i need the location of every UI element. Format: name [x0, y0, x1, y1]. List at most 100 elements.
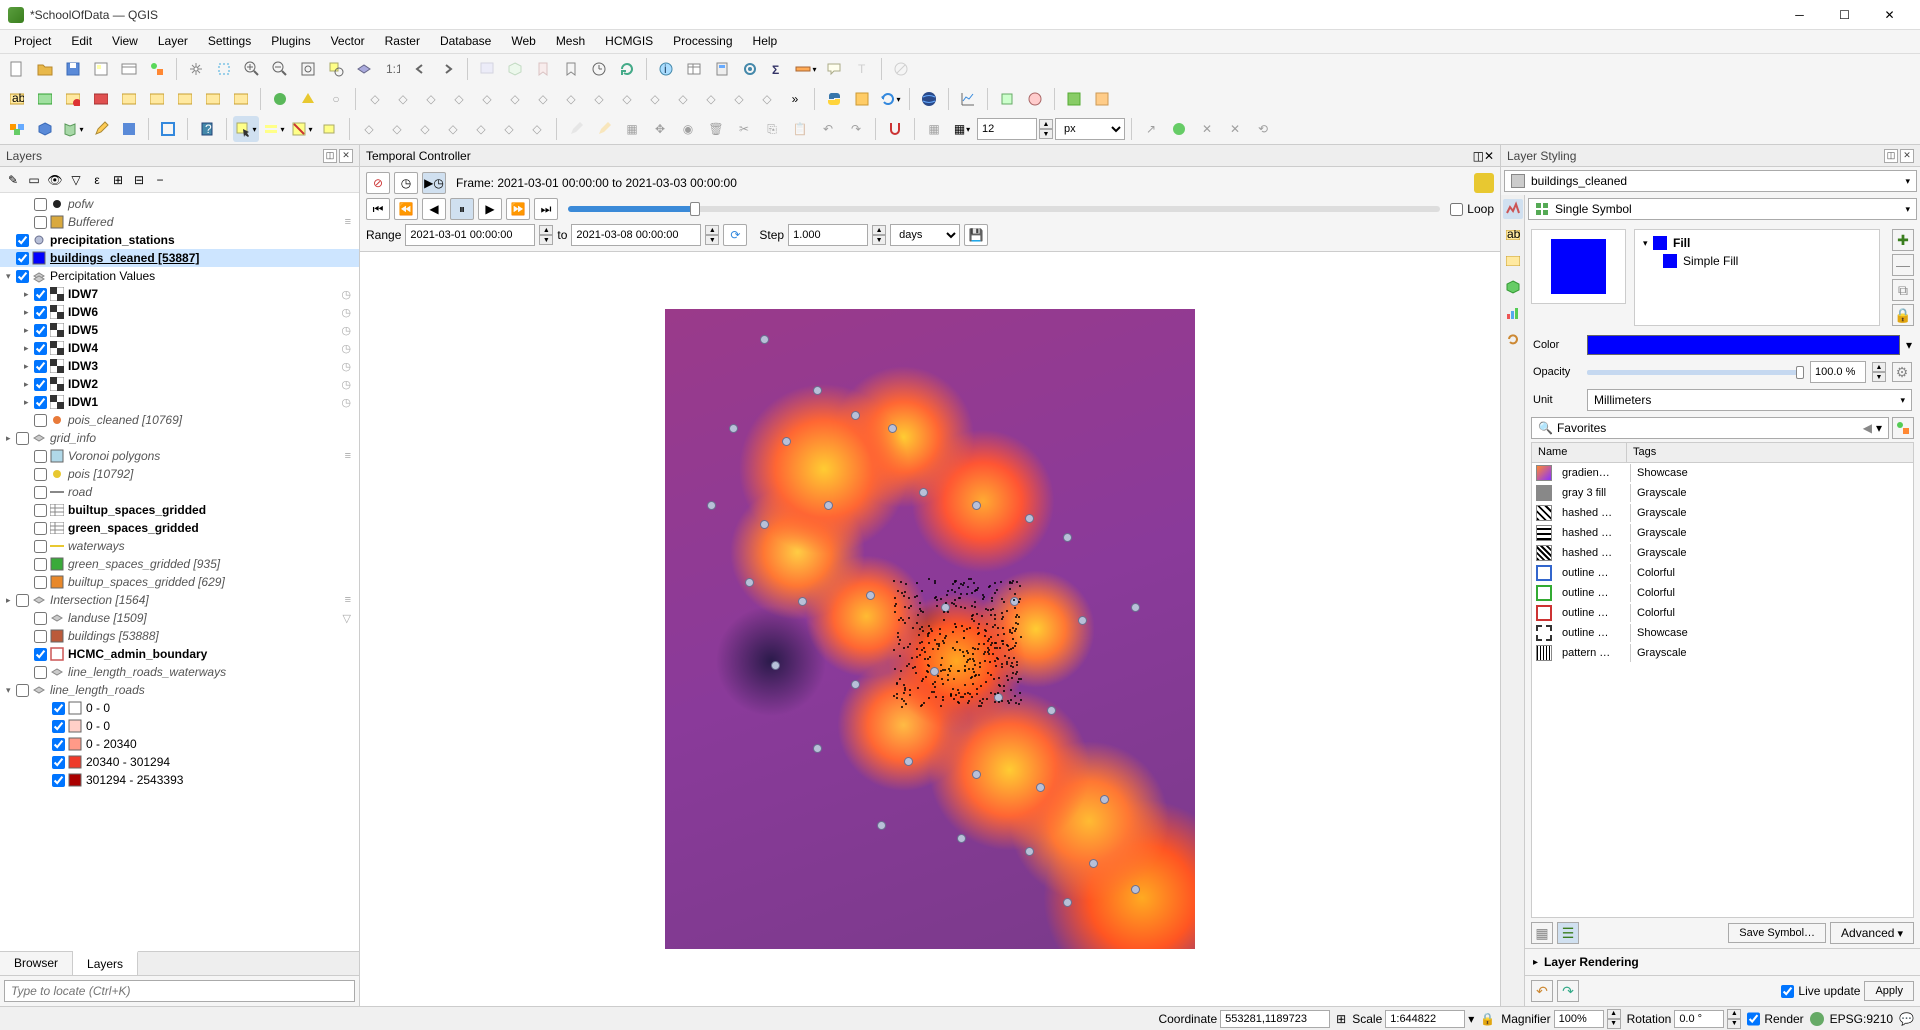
- add-group-icon[interactable]: ▭: [25, 171, 43, 189]
- zoom-next-icon[interactable]: [435, 56, 461, 82]
- live-update-checkbox[interactable]: Live update: [1781, 984, 1860, 998]
- edit-tool-2-icon[interactable]: ◇: [390, 86, 416, 112]
- add-wms-icon[interactable]: ○: [323, 86, 349, 112]
- col-tags-header[interactable]: Tags: [1627, 443, 1913, 462]
- menu-plugins[interactable]: Plugins: [261, 30, 320, 53]
- symbol-row[interactable]: pattern …Grayscale: [1532, 643, 1913, 663]
- layer-visibility-checkbox[interactable]: [52, 774, 65, 787]
- layer-item[interactable]: 301294 - 2543393: [0, 771, 359, 789]
- list-view-button[interactable]: ☰: [1557, 922, 1579, 944]
- extent-icon[interactable]: ⊞: [1336, 1012, 1346, 1026]
- rewind-start-button[interactable]: ⏮: [366, 198, 390, 220]
- edit-tool-4-icon[interactable]: ◇: [446, 86, 472, 112]
- label-tool-6-icon[interactable]: [144, 86, 170, 112]
- filter-legend-icon[interactable]: ▽: [67, 171, 85, 189]
- deselect-all-icon[interactable]: ▾: [289, 116, 315, 142]
- georef-tool-icon[interactable]: [994, 86, 1020, 112]
- icon-view-button[interactable]: ▦: [1531, 922, 1553, 944]
- temporal-settings-icon[interactable]: [1474, 173, 1494, 193]
- play-reverse-button[interactable]: ◀: [422, 198, 446, 220]
- layer-item[interactable]: ▸IDW5◷: [0, 321, 359, 339]
- zoom-native-icon[interactable]: 1:1: [379, 56, 405, 82]
- layer-visibility-checkbox[interactable]: [34, 378, 47, 391]
- layer-visibility-checkbox[interactable]: [34, 504, 47, 517]
- layer-item[interactable]: Voronoi polygons≡: [0, 447, 359, 465]
- web-globe-icon[interactable]: [916, 86, 942, 112]
- symbol-search-input[interactable]: 🔍 Favorites ◀ ▾: [1531, 417, 1889, 439]
- lock-scale-icon[interactable]: 🔒: [1480, 1012, 1495, 1026]
- label-tool-5-icon[interactable]: [116, 86, 142, 112]
- filter-by-expression-icon[interactable]: ε: [88, 171, 106, 189]
- layer-item[interactable]: ▸IDW4◷: [0, 339, 359, 357]
- style-manager-icon[interactable]: [144, 56, 170, 82]
- layer-item[interactable]: waterways: [0, 537, 359, 555]
- processing-toolbox-icon[interactable]: [737, 56, 763, 82]
- help-docs-icon[interactable]: ?: [194, 116, 220, 142]
- render-checkbox[interactable]: Render: [1747, 1010, 1803, 1028]
- layer-item[interactable]: 0 - 0: [0, 717, 359, 735]
- delete-selected-icon[interactable]: 🗑: [703, 116, 729, 142]
- cut-features-icon[interactable]: ✂: [731, 116, 757, 142]
- vertex-tool-7-icon[interactable]: ◇: [524, 116, 550, 142]
- zoom-selection-icon[interactable]: [323, 56, 349, 82]
- save-edits-icon[interactable]: [116, 116, 142, 142]
- layer-visibility-checkbox[interactable]: [34, 612, 47, 625]
- color-dropdown-icon[interactable]: ▾: [1906, 338, 1912, 352]
- manage-visibility-icon[interactable]: 👁: [46, 171, 64, 189]
- remove-layer-icon[interactable]: −: [151, 171, 169, 189]
- opacity-input[interactable]: [1810, 361, 1866, 383]
- toggle-editing-icon[interactable]: [88, 116, 114, 142]
- magnifier-input[interactable]: [1554, 1010, 1604, 1028]
- edit-tool-14-icon[interactable]: ◇: [726, 86, 752, 112]
- symbology-tab-icon[interactable]: [1503, 199, 1523, 219]
- menu-view[interactable]: View: [102, 30, 148, 53]
- temporal-controller-icon[interactable]: [586, 56, 612, 82]
- select-features-icon[interactable]: ▾: [233, 116, 259, 142]
- layer-visibility-checkbox[interactable]: [34, 306, 47, 319]
- new-print-layout-icon[interactable]: [88, 56, 114, 82]
- edit-tool-7-icon[interactable]: ◇: [530, 86, 556, 112]
- layer-style-icon[interactable]: ✎: [4, 171, 22, 189]
- forward-end-button[interactable]: ⏭: [534, 198, 558, 220]
- temporal-undock-button[interactable]: ◫: [1473, 149, 1484, 163]
- layer-item[interactable]: HCMC_admin_boundary: [0, 645, 359, 663]
- layer-item[interactable]: ▸IDW2◷: [0, 375, 359, 393]
- layer-visibility-checkbox[interactable]: [34, 468, 47, 481]
- edit-tool-8-icon[interactable]: ◇: [558, 86, 584, 112]
- georef-tool2-icon[interactable]: [1022, 86, 1048, 112]
- layer-visibility-checkbox[interactable]: [16, 432, 29, 445]
- col-name-header[interactable]: Name: [1532, 443, 1627, 462]
- layer-item[interactable]: ▾Percipitation Values: [0, 267, 359, 285]
- menu-processing[interactable]: Processing: [663, 30, 742, 53]
- measure-icon[interactable]: ▾: [793, 56, 819, 82]
- renderer-combo[interactable]: Single Symbol ▾: [1528, 198, 1917, 220]
- maximize-button[interactable]: ☐: [1822, 0, 1867, 30]
- unit-combo[interactable]: Millimeters▾: [1587, 389, 1912, 411]
- layer-item[interactable]: green_spaces_gridded [935]: [0, 555, 359, 573]
- save-symbol-button[interactable]: Save Symbol…: [1728, 923, 1826, 943]
- pan-to-selection-icon[interactable]: [211, 56, 237, 82]
- step-unit-select[interactable]: days: [890, 224, 960, 246]
- symbol-layer-tree[interactable]: ▾Fill Simple Fill: [1634, 229, 1880, 326]
- layer-item[interactable]: green_spaces_gridded: [0, 519, 359, 537]
- select-by-location-icon[interactable]: [317, 116, 343, 142]
- layer-item[interactable]: 0 - 0: [0, 699, 359, 717]
- layers-undock-button[interactable]: ◫: [323, 149, 337, 163]
- set-to-full-range-button[interactable]: ⟳: [723, 224, 747, 246]
- vertex-tool-4-icon[interactable]: ◇: [440, 116, 466, 142]
- data-source-manager-icon[interactable]: [4, 116, 30, 142]
- layer-item[interactable]: precipitation_stations: [0, 231, 359, 249]
- edit-tool-11-icon[interactable]: ◇: [642, 86, 668, 112]
- edit-tool-10-icon[interactable]: ◇: [614, 86, 640, 112]
- osm-tool2-icon[interactable]: [1089, 86, 1115, 112]
- no-action-icon[interactable]: [888, 56, 914, 82]
- styling-layer-combo[interactable]: buildings_cleaned ▾: [1504, 170, 1917, 192]
- chart-tool-icon[interactable]: [955, 86, 981, 112]
- zoom-last-icon[interactable]: [407, 56, 433, 82]
- symbol-row[interactable]: hashed …Grayscale: [1532, 543, 1913, 563]
- new-3d-view-icon[interactable]: [502, 56, 528, 82]
- diagrams-tab-icon[interactable]: [1503, 303, 1523, 323]
- layer-visibility-checkbox[interactable]: [16, 252, 29, 265]
- coordinate-input[interactable]: [1220, 1010, 1330, 1028]
- time-slider[interactable]: [568, 206, 1440, 212]
